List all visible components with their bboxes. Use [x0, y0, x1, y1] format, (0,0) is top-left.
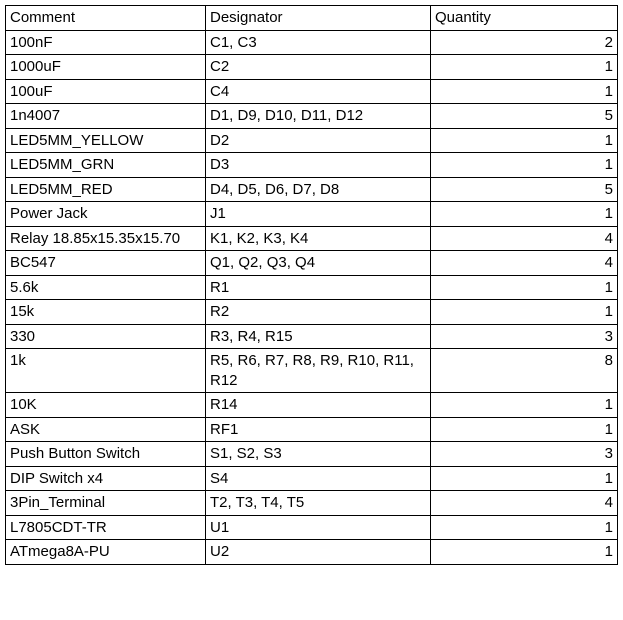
cell-quantity: 1 — [431, 153, 618, 178]
cell-quantity: 2 — [431, 30, 618, 55]
cell-designator: R2 — [206, 300, 431, 325]
cell-quantity: 1 — [431, 128, 618, 153]
cell-designator: R14 — [206, 393, 431, 418]
cell-comment: ATmega8A-PU — [6, 540, 206, 565]
table-row: 1000uFC21 — [6, 55, 618, 80]
cell-quantity: 8 — [431, 349, 618, 393]
cell-quantity: 5 — [431, 177, 618, 202]
table-row: 100uFC41 — [6, 79, 618, 104]
cell-quantity: 4 — [431, 251, 618, 276]
cell-quantity: 1 — [431, 515, 618, 540]
cell-comment: LED5MM_GRN — [6, 153, 206, 178]
cell-quantity: 1 — [431, 79, 618, 104]
table-row: 1n4007D1, D9, D10, D11, D125 — [6, 104, 618, 129]
header-comment: Comment — [6, 6, 206, 31]
cell-designator: C1, C3 — [206, 30, 431, 55]
table-row: 15kR21 — [6, 300, 618, 325]
table-row: Push Button SwitchS1, S2, S33 — [6, 442, 618, 467]
cell-comment: L7805CDT-TR — [6, 515, 206, 540]
table-row: 1kR5, R6, R7, R8, R9, R10, R11, R128 — [6, 349, 618, 393]
cell-comment: 10K — [6, 393, 206, 418]
cell-comment: 15k — [6, 300, 206, 325]
cell-comment: 1000uF — [6, 55, 206, 80]
table-row: DIP Switch x4S41 — [6, 466, 618, 491]
cell-designator: Q1, Q2, Q3, Q4 — [206, 251, 431, 276]
table-row: 3Pin_TerminalT2, T3, T4, T54 — [6, 491, 618, 516]
table-row: BC547Q1, Q2, Q3, Q44 — [6, 251, 618, 276]
cell-quantity: 1 — [431, 300, 618, 325]
cell-designator: C4 — [206, 79, 431, 104]
cell-comment: ASK — [6, 417, 206, 442]
cell-designator: R5, R6, R7, R8, R9, R10, R11, R12 — [206, 349, 431, 393]
bom-table: Comment Designator Quantity 100nFC1, C32… — [5, 5, 618, 565]
cell-designator: D1, D9, D10, D11, D12 — [206, 104, 431, 129]
header-quantity: Quantity — [431, 6, 618, 31]
table-row: Power JackJ11 — [6, 202, 618, 227]
cell-quantity: 5 — [431, 104, 618, 129]
table-row: LED5MM_GRND31 — [6, 153, 618, 178]
cell-designator: RF1 — [206, 417, 431, 442]
table-row: 330R3, R4, R153 — [6, 324, 618, 349]
table-body: 100nFC1, C321000uFC21100uFC411n4007D1, D… — [6, 30, 618, 564]
table-row: LED5MM_REDD4, D5, D6, D7, D85 — [6, 177, 618, 202]
cell-comment: BC547 — [6, 251, 206, 276]
cell-comment: LED5MM_YELLOW — [6, 128, 206, 153]
cell-comment: 1n4007 — [6, 104, 206, 129]
cell-comment: 100nF — [6, 30, 206, 55]
cell-quantity: 1 — [431, 417, 618, 442]
cell-designator: S4 — [206, 466, 431, 491]
cell-quantity: 3 — [431, 324, 618, 349]
cell-designator: T2, T3, T4, T5 — [206, 491, 431, 516]
cell-comment: 330 — [6, 324, 206, 349]
table-row: Relay 18.85x15.35x15.70K1, K2, K3, K44 — [6, 226, 618, 251]
table-row: L7805CDT-TRU11 — [6, 515, 618, 540]
cell-comment: 100uF — [6, 79, 206, 104]
cell-quantity: 1 — [431, 540, 618, 565]
cell-designator: K1, K2, K3, K4 — [206, 226, 431, 251]
cell-quantity: 1 — [431, 275, 618, 300]
cell-designator: U2 — [206, 540, 431, 565]
table-row: ATmega8A-PUU21 — [6, 540, 618, 565]
cell-designator: C2 — [206, 55, 431, 80]
table-row: LED5MM_YELLOWD21 — [6, 128, 618, 153]
table-row: 10KR141 — [6, 393, 618, 418]
table-row: 100nFC1, C32 — [6, 30, 618, 55]
header-designator: Designator — [206, 6, 431, 31]
cell-quantity: 1 — [431, 55, 618, 80]
cell-quantity: 3 — [431, 442, 618, 467]
cell-designator: S1, S2, S3 — [206, 442, 431, 467]
table-row: ASKRF11 — [6, 417, 618, 442]
cell-comment: 3Pin_Terminal — [6, 491, 206, 516]
cell-comment: 5.6k — [6, 275, 206, 300]
cell-comment: LED5MM_RED — [6, 177, 206, 202]
table-header-row: Comment Designator Quantity — [6, 6, 618, 31]
table-row: 5.6kR11 — [6, 275, 618, 300]
cell-quantity: 4 — [431, 226, 618, 251]
cell-quantity: 1 — [431, 466, 618, 491]
cell-designator: D4, D5, D6, D7, D8 — [206, 177, 431, 202]
cell-comment: 1k — [6, 349, 206, 393]
cell-comment: DIP Switch x4 — [6, 466, 206, 491]
cell-designator: R1 — [206, 275, 431, 300]
cell-designator: R3, R4, R15 — [206, 324, 431, 349]
cell-quantity: 4 — [431, 491, 618, 516]
cell-comment: Relay 18.85x15.35x15.70 — [6, 226, 206, 251]
cell-comment: Push Button Switch — [6, 442, 206, 467]
cell-designator: D3 — [206, 153, 431, 178]
cell-designator: U1 — [206, 515, 431, 540]
cell-designator: D2 — [206, 128, 431, 153]
cell-quantity: 1 — [431, 393, 618, 418]
cell-designator: J1 — [206, 202, 431, 227]
cell-comment: Power Jack — [6, 202, 206, 227]
cell-quantity: 1 — [431, 202, 618, 227]
